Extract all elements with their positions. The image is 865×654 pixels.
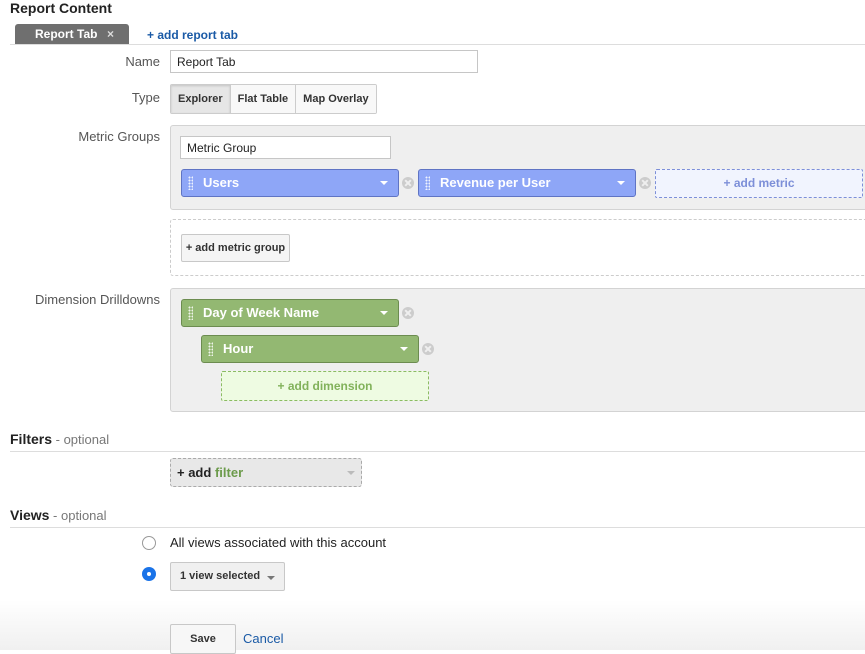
- tab-divider: [10, 44, 865, 45]
- report-content-title: Report Content: [10, 0, 112, 16]
- footer-bar: [0, 600, 865, 650]
- views-divider: [10, 527, 865, 528]
- chevron-down-icon: [267, 576, 275, 580]
- dimension-label: Hour: [223, 341, 254, 356]
- dimension-pill-day-of-week-name[interactable]: Day of Week Name: [181, 299, 399, 327]
- filters-divider: [10, 451, 865, 452]
- chevron-down-icon: [347, 471, 355, 475]
- type-flat-table-button[interactable]: Flat Table: [229, 85, 296, 113]
- views-select-value: 1 view selected: [180, 570, 261, 582]
- add-report-tab-link[interactable]: + add report tab: [147, 28, 238, 42]
- remove-dimension-icon[interactable]: [402, 307, 414, 319]
- add-metric-group-button[interactable]: + add metric group: [181, 234, 290, 262]
- drag-handle-icon[interactable]: [425, 176, 430, 190]
- name-input[interactable]: [170, 50, 478, 73]
- drag-handle-icon[interactable]: [188, 306, 193, 320]
- views-optional: - optional: [49, 508, 107, 523]
- filters-optional: - optional: [52, 432, 110, 447]
- filters-title: Filters: [10, 431, 53, 447]
- radio-all-views[interactable]: [142, 536, 156, 550]
- chevron-down-icon[interactable]: [617, 181, 625, 185]
- type-selector: Explorer Flat Table Map Overlay: [170, 84, 377, 114]
- radio-specific-views[interactable]: [142, 567, 156, 581]
- type-explorer-button[interactable]: Explorer: [171, 85, 230, 113]
- dimension-pill-hour[interactable]: Hour: [201, 335, 419, 363]
- metric-label: Revenue per User: [440, 175, 551, 190]
- dimension-label: Day of Week Name: [203, 305, 320, 320]
- chevron-down-icon[interactable]: [380, 181, 388, 185]
- tab-report-tab[interactable]: Report Tab ×: [15, 24, 129, 44]
- views-heading: Views - optional: [10, 507, 107, 523]
- remove-dimension-icon[interactable]: [422, 343, 434, 355]
- add-filter-prefix: + add: [177, 465, 212, 480]
- filters-heading: Filters - optional: [10, 431, 109, 447]
- remove-metric-icon[interactable]: [402, 177, 414, 189]
- close-tab-icon[interactable]: ×: [107, 24, 114, 44]
- views-select-dropdown[interactable]: 1 view selected: [170, 562, 285, 591]
- drag-handle-icon[interactable]: [208, 342, 213, 356]
- metric-pill-users[interactable]: Users: [181, 169, 399, 197]
- add-dimension-button[interactable]: + add dimension: [221, 371, 429, 401]
- name-label: Name: [125, 54, 160, 69]
- add-metric-button[interactable]: + add metric: [655, 169, 863, 198]
- metric-label: Users: [203, 175, 240, 190]
- views-title: Views: [10, 507, 50, 523]
- drag-handle-icon[interactable]: [188, 176, 193, 190]
- metric-groups-label: Metric Groups: [78, 129, 160, 144]
- metric-pill-revenue-per-user[interactable]: Revenue per User: [418, 169, 636, 197]
- type-map-overlay-button[interactable]: Map Overlay: [295, 85, 376, 113]
- chevron-down-icon[interactable]: [400, 347, 408, 351]
- remove-metric-icon[interactable]: [639, 177, 651, 189]
- add-filter-dropdown[interactable]: + add filter: [170, 458, 362, 487]
- cancel-link[interactable]: Cancel: [243, 631, 283, 646]
- type-label: Type: [131, 90, 160, 105]
- tab-label: Report Tab: [35, 27, 98, 41]
- all-views-label: All views associated with this account: [170, 535, 387, 550]
- chevron-down-icon[interactable]: [380, 311, 388, 315]
- metric-group-name-input[interactable]: [180, 136, 391, 159]
- dimension-drilldowns-label: Dimension Drilldowns: [35, 292, 160, 307]
- add-filter-word: filter: [214, 465, 244, 480]
